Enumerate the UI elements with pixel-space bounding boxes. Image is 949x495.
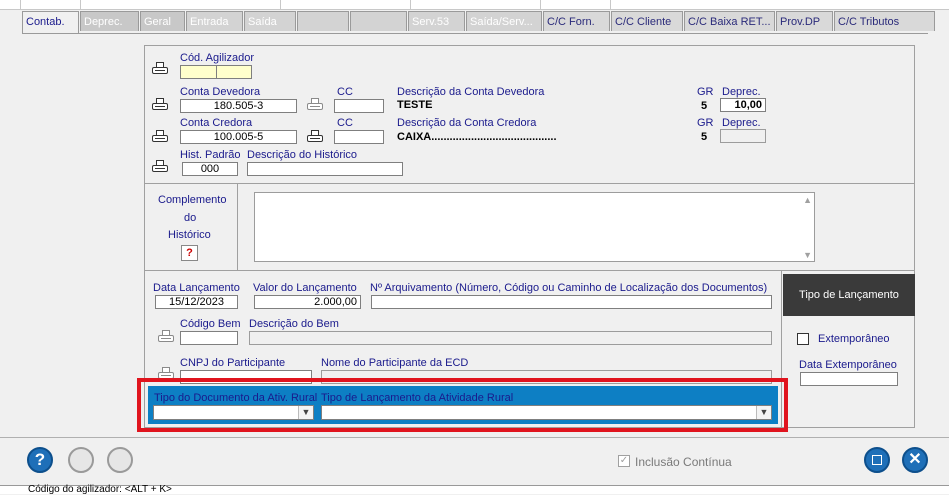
save-button[interactable] [864, 447, 890, 473]
gr-devedora-value: 5 [701, 100, 708, 112]
divider [144, 183, 915, 184]
valor-lancamento-label: Valor do Lançamento [253, 282, 357, 294]
cod-agilizador-field-1[interactable] [180, 65, 217, 79]
data-lancamento-label: Data Lançamento [153, 282, 240, 294]
help-icon[interactable]: ? [27, 447, 53, 473]
cnpj-participante-label: CNPJ do Participante [180, 357, 286, 369]
disabled-round-button[interactable] [107, 447, 133, 473]
hist-padrao-label: Hist. Padrão [180, 149, 241, 161]
tab-saida-serv[interactable]: Saída/Serv... [466, 11, 542, 31]
save-icon [872, 455, 882, 465]
help-question-icon[interactable]: ? [181, 245, 198, 261]
printer-icon[interactable] [307, 130, 323, 144]
tab-baseline [22, 33, 928, 34]
printer-icon[interactable] [152, 130, 168, 144]
tab-blank-2[interactable] [350, 11, 407, 31]
grid-cell [540, 0, 541, 9]
conta-credora-label: Conta Credora [180, 117, 253, 129]
grid-cell [410, 0, 411, 9]
deprec-devedora-label: Deprec. [722, 86, 761, 98]
tab-blank-1[interactable] [297, 11, 349, 31]
gr-credora-label: GR [697, 117, 714, 129]
deprec-credora-input[interactable] [720, 129, 766, 143]
scroll-down-icon[interactable]: ▼ [803, 250, 812, 260]
extemporaneo-label: Extemporâneo [818, 333, 890, 345]
status-text: Código do agilizador: <ALT + K> [28, 484, 172, 495]
inclusao-continua-checkbox[interactable]: ✓ [618, 455, 630, 467]
tab-serv53[interactable]: Serv.53 [408, 11, 465, 31]
deprec-credora-label: Deprec. [722, 117, 761, 129]
desc-historico-input[interactable] [247, 162, 403, 176]
cc-devedora-input[interactable] [334, 99, 384, 113]
grid-cell [610, 0, 611, 9]
tipo-lancamento-header: Tipo de Lançamento [783, 274, 915, 316]
deprec-devedora-input[interactable]: 10,00 [720, 98, 766, 112]
cod-agilizador-field-2[interactable] [216, 65, 252, 79]
tab-geral[interactable]: Geral [140, 11, 185, 31]
complemento-label-do: do [184, 212, 197, 224]
divider [237, 183, 238, 271]
descricao-bem-input[interactable] [249, 331, 772, 345]
disabled-round-button[interactable] [68, 447, 94, 473]
desc-devedora-value: TESTE [397, 99, 433, 111]
tab-prov-dp[interactable]: Prov.DP [776, 11, 833, 31]
codigo-bem-label: Código Bem [180, 318, 241, 330]
data-lancamento-input[interactable]: 15/12/2023 [155, 295, 238, 309]
tab-cc-cliente[interactable]: C/C Cliente [611, 11, 683, 31]
close-icon[interactable]: ✕ [902, 447, 928, 473]
complemento-label-historico: Histórico [168, 229, 211, 241]
printer-icon[interactable] [152, 62, 168, 76]
divider [144, 270, 915, 271]
highlight-frame [137, 378, 788, 432]
data-extemporaneo-input[interactable] [800, 372, 898, 386]
gr-devedora-label: GR [697, 86, 714, 98]
arquivamento-input[interactable] [371, 295, 772, 309]
data-extemporaneo-label: Data Extemporâneo [799, 359, 897, 371]
tab-cc-forn[interactable]: C/C Forn. [543, 11, 610, 31]
cod-agilizador-label: Cód. Agilizador [180, 52, 254, 64]
grid-cell [20, 0, 21, 9]
complemento-label: Complemento [158, 194, 227, 206]
inclusao-continua-label: Inclusão Contínua [635, 455, 732, 469]
printer-icon[interactable] [152, 160, 168, 174]
arquivamento-label: Nº Arquivamento (Número, Código ou Camin… [370, 282, 768, 294]
tab-contab[interactable]: Contab. [22, 11, 79, 34]
nome-participante-label: Nome do Participante da ECD [321, 357, 469, 369]
hist-padrao-input[interactable]: 000 [182, 162, 238, 176]
cc-credora-label: CC [337, 117, 353, 129]
top-grid-strip [0, 0, 949, 10]
printer-icon[interactable] [158, 330, 174, 344]
codigo-bem-input[interactable] [180, 331, 238, 345]
bottom-toolbar [0, 437, 949, 486]
printer-icon[interactable] [152, 98, 168, 112]
grid-cell [80, 0, 81, 9]
printer-icon[interactable] [307, 98, 323, 112]
cc-devedora-label: CC [337, 86, 353, 98]
tab-cc-tributos[interactable]: C/C Tributos [834, 11, 935, 31]
conta-credora-input[interactable]: 100.005-5 [180, 130, 297, 144]
grid-cell [280, 0, 281, 9]
gr-credora-value: 5 [701, 131, 708, 143]
cc-credora-input[interactable] [334, 130, 384, 144]
tab-deprec[interactable]: Deprec. [80, 11, 139, 31]
complemento-textarea[interactable]: ▲ ▼ [254, 192, 815, 262]
tab-cc-baixa-ret[interactable]: C/C Baixa RET... [684, 11, 775, 31]
descricao-bem-label: Descrição do Bem [249, 318, 339, 330]
conta-devedora-input[interactable]: 180.505-3 [180, 99, 297, 113]
desc-historico-label: Descrição do Histórico [247, 149, 358, 161]
desc-credora-label: Descrição da Conta Credora [397, 117, 537, 129]
tab-entrada[interactable]: Entrada [186, 11, 243, 31]
extemporaneo-checkbox[interactable] [797, 333, 809, 345]
conta-devedora-label: Conta Devedora [180, 86, 261, 98]
tab-saida[interactable]: Saída [244, 11, 296, 31]
desc-credora-value: CAIXA...................................… [397, 131, 557, 143]
valor-lancamento-input[interactable]: 2.000,00 [254, 295, 361, 309]
desc-devedora-label: Descrição da Conta Devedora [397, 86, 545, 98]
scroll-up-icon[interactable]: ▲ [803, 195, 812, 205]
